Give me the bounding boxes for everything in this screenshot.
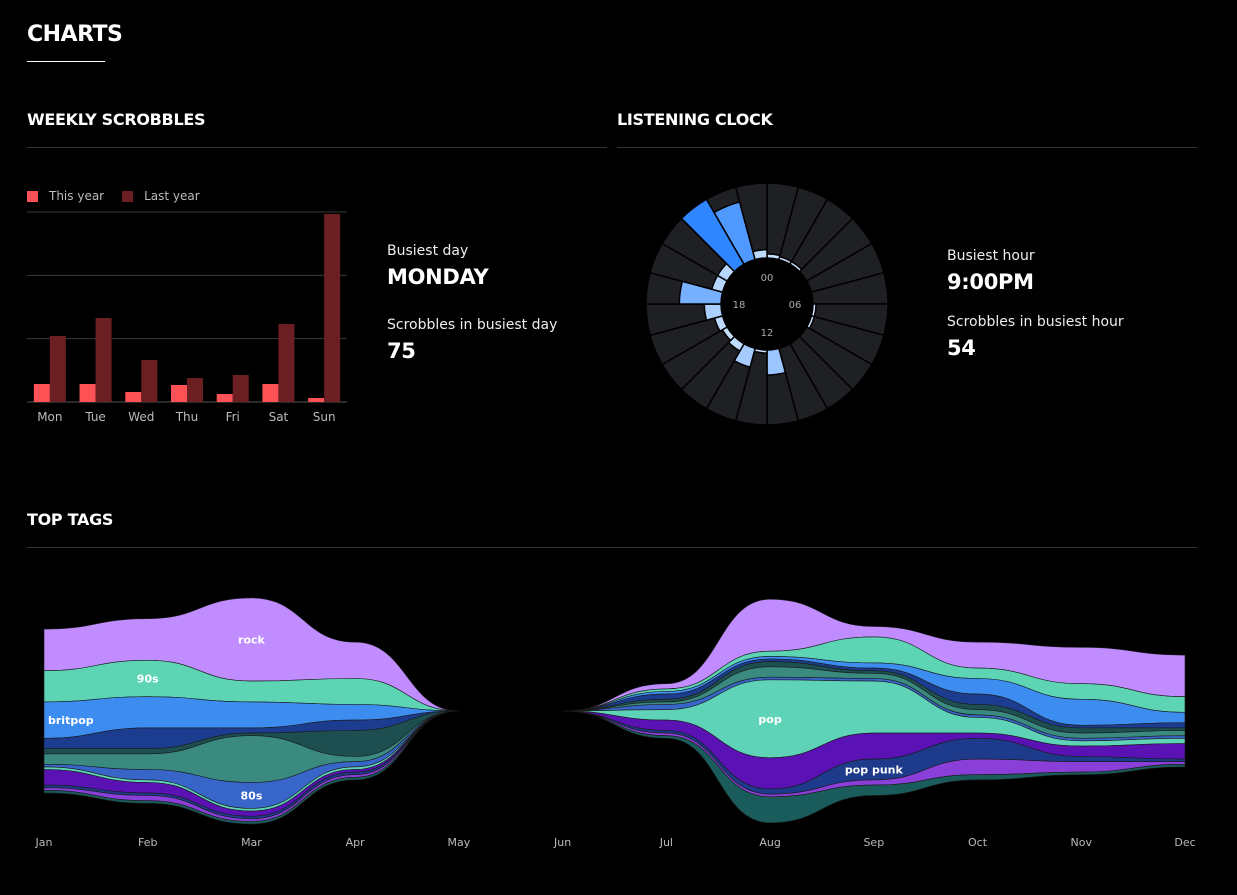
weekly-x-tick-sun: Sun (313, 410, 336, 424)
weekly-x-tick-thu: Thu (175, 410, 199, 424)
stream-label-rock: rock (238, 634, 266, 647)
weekly-x-tick-sat: Sat (269, 410, 289, 424)
tags-x-tick-jun: Jun (553, 836, 571, 849)
clock-divider (617, 147, 1197, 148)
bar-last-year-thu[interactable] (187, 378, 203, 402)
scrobbles-busiest-day-label: Scrobbles in busiest day (387, 317, 558, 333)
weekly-x-tick-fri: Fri (226, 410, 240, 424)
stream-label-pop-punk: pop punk (845, 764, 904, 777)
page-title-underline (27, 61, 105, 62)
weekly-x-tick-wed: Wed (128, 410, 154, 424)
bar-this-year-sun[interactable] (308, 398, 325, 402)
tags-x-tick-mar: Mar (241, 836, 262, 849)
tags-x-tick-jul: Jul (659, 836, 673, 849)
busiest-hour-value: 9:00PM (947, 270, 1034, 294)
weekly-x-tick-tue: Tue (84, 410, 106, 424)
clock-bar-12[interactable] (753, 347, 768, 354)
clock-bar-00[interactable] (766, 253, 781, 261)
tags-x-tick-apr: Apr (346, 836, 366, 849)
tags-x-tick-feb: Feb (138, 836, 157, 849)
tags-x-tick-may: May (448, 836, 471, 849)
weekly-x-tick-mon: Mon (37, 410, 62, 424)
bar-last-year-wed[interactable] (141, 360, 158, 402)
clock-label-06: 06 (789, 300, 802, 311)
tags-x-tick-oct: Oct (968, 836, 988, 849)
scrobbles-busiest-hour-value: 54 (947, 336, 976, 360)
bar-this-year-mon[interactable] (33, 384, 50, 402)
page-title: CHARTS (27, 22, 123, 47)
bar-last-year-sat[interactable] (278, 324, 295, 402)
stream-label-80s: 80s (241, 790, 263, 803)
bar-last-year-fri[interactable] (232, 375, 249, 402)
tags-x-tick-sep: Sep (863, 836, 884, 849)
listening-clock-chart: 00 06 12 18 (645, 182, 889, 426)
busiest-day-label: Busiest day (387, 243, 469, 259)
clock-label-12: 12 (761, 328, 774, 339)
stream-label-britpop: britpop (48, 714, 94, 727)
bar-this-year-wed[interactable] (125, 392, 142, 402)
weekly-divider (27, 147, 607, 148)
listening-clock-title: LISTENING CLOCK (617, 110, 773, 129)
busiest-hour-label: Busiest hour (947, 248, 1035, 264)
bar-last-year-mon[interactable] (49, 336, 66, 402)
clock-label-00: 00 (761, 273, 774, 284)
bar-this-year-thu[interactable] (171, 385, 187, 402)
bar-this-year-fri[interactable] (216, 394, 233, 402)
top-tags-title: TOP TAGS (27, 510, 114, 529)
scrobbles-busiest-day-value: 75 (387, 339, 416, 363)
top-tags-streamgraph: rock 90s britpop 80s pop pop punk Jan Feb Mar Apr… (35, 597, 1196, 849)
tags-x-tick-aug: Aug (759, 836, 780, 849)
clock-bar-06[interactable] (810, 303, 817, 318)
clock-bar-23[interactable] (752, 248, 768, 261)
bar-last-year-tue[interactable] (95, 318, 112, 402)
weekly-stats: Busiest day MONDAY Scrobbles in busiest … (387, 243, 557, 363)
scrobbles-busiest-hour-label: Scrobbles in busiest hour (947, 314, 1124, 330)
stream-label-pop: pop (758, 713, 781, 726)
clock-label-18: 18 (733, 300, 746, 311)
stream-label-90s: 90s (137, 673, 159, 686)
weekly-bar-chart: Mon Tue Wed Thu Fri Sat Sun (27, 211, 347, 424)
weekly-scrobbles-title: WEEKLY SCROBBLES (27, 110, 206, 129)
tags-x-tick-nov: Nov (1071, 836, 1093, 849)
tags-x-tick-jan: Jan (35, 836, 53, 849)
bar-this-year-sat[interactable] (262, 384, 279, 402)
tags-x-tick-dec: Dec (1174, 836, 1195, 849)
tags-divider (27, 547, 1197, 548)
busiest-day-value: MONDAY (387, 265, 489, 289)
bar-last-year-sun[interactable] (324, 214, 341, 402)
clock-stats: Busiest hour 9:00PM Scrobbles in busiest… (947, 248, 1124, 360)
bar-this-year-tue[interactable] (79, 384, 96, 402)
